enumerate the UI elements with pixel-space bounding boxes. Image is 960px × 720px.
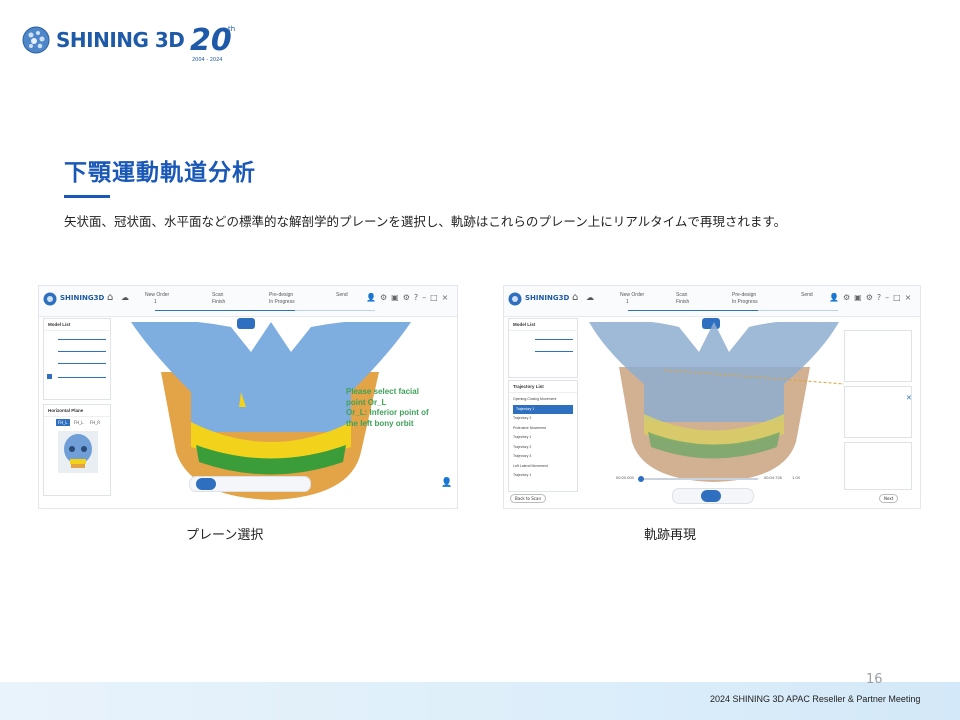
step-new-order[interactable]: New Order [145, 292, 169, 298]
step-sub-1: 1 [154, 299, 157, 305]
model-list-panel: Model List [508, 318, 578, 378]
screenshot-plane-selection: SHINING3D ⌂ ☁ New Order Scan Pre-design … [38, 285, 458, 509]
plane-panel-title: Horizontal Plane [44, 405, 110, 417]
anniversary-years: 2004 - 2024 [192, 57, 223, 63]
app-toolbar-right: SHINING3D ⌂ ☁ New Order Scan Pre-design … [504, 286, 920, 317]
bottom-toolbar [672, 488, 754, 504]
step-send[interactable]: Send [336, 292, 348, 298]
view-panel-2 [844, 386, 912, 438]
trajectory-item[interactable]: Trajectory 3 [513, 452, 573, 462]
instruction-prompt: Please select facial point Or_L Or_L: In… [346, 387, 429, 429]
app-brand: SHINING3D [525, 294, 570, 302]
progress-fill [155, 310, 295, 311]
tools-icon[interactable]: ✕ [906, 394, 912, 402]
playback-speed[interactable]: 1.0X [792, 475, 800, 480]
time-start: 00:00.000 [616, 475, 634, 480]
caption-right: 軌跡再現 [644, 528, 697, 543]
plane-tab-2[interactable]: FH_L [72, 419, 86, 426]
anniversary-badge: 20 th 2004 - 2024 [190, 23, 238, 67]
trajectory-item[interactable]: Trajectory 2 [513, 443, 573, 453]
model-list-title: Model List [509, 319, 577, 331]
shining3d-logo: SHINING 3D [22, 26, 185, 54]
trajectory-item[interactable]: Left Lateral Movement [513, 462, 573, 472]
model-list-panel: Model List [43, 318, 111, 400]
trajectory-item[interactable]: Trajectory 1 [513, 471, 573, 481]
next-button[interactable]: Next [879, 494, 899, 503]
step-send[interactable]: Send [801, 292, 813, 298]
anniversary-number: 20 [190, 23, 232, 58]
caption-left: プレーン選択 [186, 528, 264, 543]
trajectory-list-panel: Trajectory List Opening-Closing Movement… [508, 380, 578, 492]
footer-text: 2024 SHINING 3D APAC Reseller & Partner … [710, 694, 921, 704]
trajectory-item[interactable]: Opening-Closing Movement [513, 395, 573, 405]
timeline-handle[interactable] [638, 476, 644, 482]
model-list-title: Model List [44, 319, 110, 331]
model-checkbox[interactable] [47, 374, 52, 379]
view-panel-1 [844, 330, 912, 382]
anniversary-sup: th [228, 25, 236, 33]
step-new-order[interactable]: New Order [620, 292, 644, 298]
app-logo-icon [508, 292, 522, 306]
step-pre-design[interactable]: Pre-design [269, 292, 293, 298]
step-sub-1: 1 [626, 299, 629, 305]
page-number: 16 [866, 672, 883, 687]
sphere-logo-icon [22, 26, 50, 54]
step-pre-design[interactable]: Pre-design [732, 292, 756, 298]
view-panel-3 [844, 442, 912, 490]
app-toolbar: SHINING3D ⌂ ☁ New Order Scan Pre-design … [39, 286, 457, 317]
step-scan[interactable]: Scan [676, 292, 687, 298]
slide-subtitle: 矢状面、冠状面、水平面などの標準的な解剖学的プレーンを選択し、軌跡はこれらのプレ… [64, 214, 787, 229]
plane-tab-1[interactable]: FH_L [56, 419, 70, 426]
prompt-line-1: Please select facial [346, 387, 419, 396]
bottom-toolbar [189, 476, 311, 492]
trajectory-item[interactable]: Trajectory 2 [513, 414, 573, 424]
back-to-scan-button[interactable]: Back to Scan [510, 494, 546, 503]
screenshot-trajectory: SHINING3D ⌂ ☁ New Order Scan Pre-design … [503, 285, 921, 509]
trajectory-item[interactable]: Trajectory 1 [513, 433, 573, 443]
title-underline [64, 195, 110, 198]
window-controls[interactable]: 👤⚙▣⚙?–□× [829, 293, 915, 302]
step-sub-2: Finish [676, 299, 690, 305]
prompt-line-4: the left bony orbit [346, 418, 414, 428]
app-logo-icon [43, 292, 57, 306]
step-sub-3: In Progress [269, 299, 295, 305]
user-icon[interactable]: 👤 [441, 478, 452, 488]
plane-panel: Horizontal Plane FH_L FH_L FH_R [43, 404, 111, 496]
progress-fill [628, 310, 758, 311]
step-sub-3: In Progress [732, 299, 758, 305]
app-brand: SHINING3D [60, 294, 105, 302]
home-icon[interactable]: ⌂ [107, 292, 113, 303]
timeline-track[interactable] [638, 478, 758, 480]
window-controls[interactable]: 👤⚙▣⚙?–□× [366, 293, 452, 302]
trajectory-item-selected[interactable]: Trajectory 1 [513, 404, 573, 414]
trajectory-item[interactable]: Protrusive Movement [513, 424, 573, 434]
prompt-line-2: point Or_L [346, 397, 387, 407]
prompt-line-3: Or_L: Inferior point of [346, 408, 429, 417]
skull-3d-translucent [589, 322, 844, 482]
trajectory-list-title: Trajectory List [509, 381, 577, 393]
step-sub-2: Finish [212, 299, 226, 305]
step-scan[interactable]: Scan [212, 292, 223, 298]
cloud-icon[interactable]: ☁ [121, 293, 129, 302]
time-end: 00:04.726 [764, 475, 782, 480]
person-view-button[interactable] [196, 478, 216, 490]
slide-title: 下顎運動軌道分析 [64, 160, 256, 186]
brand-name: SHINING 3D [56, 28, 185, 52]
skull-thumbnail [58, 431, 98, 473]
plane-tab-3[interactable]: FH_R [88, 419, 102, 426]
trajectory-view-button[interactable] [701, 490, 721, 502]
timeline[interactable]: 00:00.000 00:04.726 1.0X [616, 474, 806, 484]
cloud-icon[interactable]: ☁ [586, 293, 594, 302]
home-icon[interactable]: ⌂ [572, 292, 578, 303]
